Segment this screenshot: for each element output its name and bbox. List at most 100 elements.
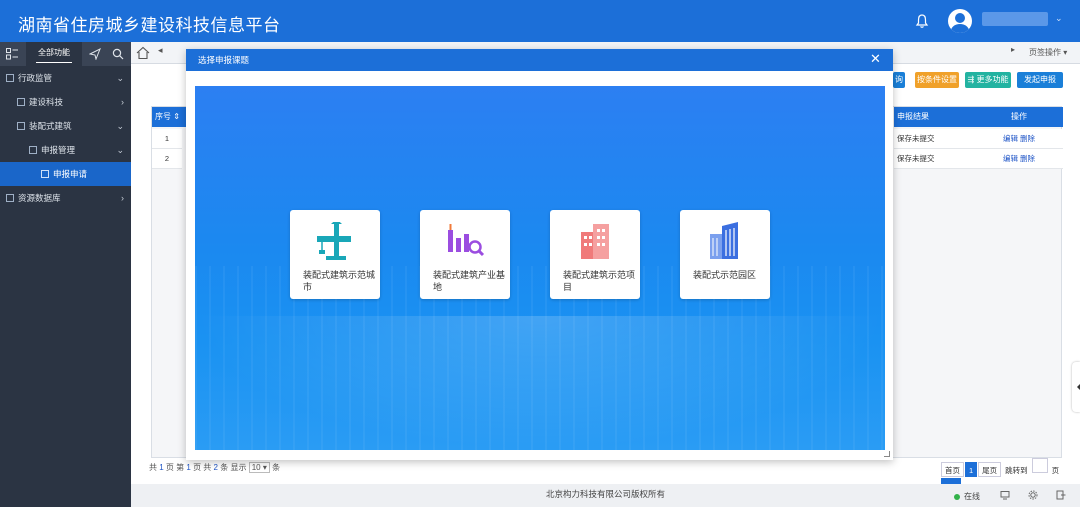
send-icon[interactable]	[89, 48, 101, 60]
folder-icon	[17, 98, 25, 106]
first-page-button[interactable]: 首页	[941, 462, 964, 477]
cell-result: 保存未提交	[894, 149, 975, 169]
chevron-down-icon: ⌄	[116, 73, 124, 83]
top-header: 湖南省住房城乡建设科技信息平台 ⌄	[0, 0, 1080, 42]
header-seq-label: 序号	[155, 112, 171, 121]
buildings-icon	[581, 224, 609, 259]
page-size-value: 10	[251, 463, 261, 472]
chevron-right-icon: ›	[121, 193, 124, 203]
card-demo-city[interactable]: 装配式建筑示范城市	[290, 210, 380, 299]
cell-ops: 编辑 删除	[975, 149, 1063, 169]
logout-icon[interactable]	[1056, 490, 1066, 500]
last-page-button[interactable]: 尾页	[978, 462, 1002, 477]
folder-icon	[29, 146, 37, 154]
pager-text: 页 第	[165, 463, 185, 472]
sidebar-item-admin-supervision[interactable]: 行政监管 ⌄	[0, 66, 131, 90]
sidebar: 全部功能 行政监管 ⌄ 建设科技 › 装配式建筑 ⌄ 申报管理 ⌄ 申报申请 资…	[0, 42, 131, 507]
delete-link[interactable]: 删除	[1020, 134, 1035, 143]
pager-controls: 首页1尾页跳转到页GO	[941, 458, 1080, 493]
cell-seq: 2	[152, 149, 182, 169]
pager-text: 条 显示	[220, 463, 247, 472]
username-blurred[interactable]	[982, 12, 1048, 26]
card-demo-park[interactable]: 装配式示范园区	[680, 210, 770, 299]
sidebar-item-prefab-building[interactable]: 装配式建筑 ⌄	[0, 114, 131, 138]
resize-handle[interactable]	[884, 451, 890, 457]
jump-page-input[interactable]	[1031, 458, 1048, 473]
sidebar-item-label: 申报申请	[53, 169, 88, 179]
copyright: 北京构力科技有限公司版权所有	[131, 484, 1080, 507]
sidebar-item-label: 建设科技	[29, 97, 64, 107]
side-drawer-toggle[interactable]	[1072, 362, 1080, 412]
folder-icon	[6, 74, 14, 82]
cell-result: 保存未提交	[894, 129, 975, 149]
pager-current: 1	[186, 463, 191, 472]
pager-total: 2	[213, 463, 218, 472]
gear-icon[interactable]	[1028, 490, 1038, 500]
sidebar-item-application-mgmt[interactable]: 申报管理 ⌄	[0, 138, 131, 162]
tab-all-functions[interactable]: 全部功能	[26, 42, 82, 66]
sidebar-item-resource-db[interactable]: 资源数据库 ›	[0, 186, 131, 210]
edit-link[interactable]: 编辑	[1003, 154, 1018, 163]
dialog-body: 装配式建筑示范城市 装配式建筑产业基地 装配式建筑示范项目 装配式示范园区	[195, 86, 885, 450]
submit-application-button[interactable]: 发起申报	[1017, 72, 1063, 88]
card-demo-project[interactable]: 装配式建筑示范项目	[550, 210, 640, 299]
background-decoration	[195, 316, 885, 450]
header-result-label: 申报结果	[897, 112, 929, 121]
page-ops-dropdown[interactable]: 页签操作 ▾	[1029, 47, 1067, 58]
chevron-down-icon: ⌄	[116, 145, 124, 155]
header-ops[interactable]: 操作	[975, 107, 1063, 127]
more-functions-button[interactable]: ⇶ 更多功能	[965, 72, 1011, 88]
header-seq[interactable]: 序号 ⇕	[152, 107, 182, 127]
card-label: 装配式示范园区	[693, 270, 757, 280]
crane-icon	[317, 222, 351, 260]
jump-label: 跳转到	[1005, 466, 1028, 475]
card-industry-base[interactable]: 装配式建筑产业基地	[420, 210, 510, 299]
app-title: 湖南省住房城乡建设科技信息平台	[18, 16, 281, 36]
card-label: 装配式建筑示范项目	[563, 270, 636, 292]
search-icon[interactable]	[112, 48, 124, 60]
sidebar-toolbar: 全部功能	[0, 42, 131, 66]
chart-search-icon	[448, 224, 485, 257]
page-unit-label: 页	[1051, 466, 1060, 475]
cell-seq: 1	[152, 129, 182, 149]
pager-pages: 1	[159, 463, 164, 472]
header-result[interactable]: 申报结果	[894, 107, 975, 127]
sidebar-item-application-request[interactable]: 申报申请	[0, 162, 131, 186]
page-ops-label: 页签操作	[1029, 48, 1061, 57]
pager-text: 条	[272, 463, 281, 472]
avatar[interactable]	[948, 9, 972, 33]
chevron-right-icon: ›	[121, 97, 124, 107]
folder-icon	[6, 194, 14, 202]
screen-icon[interactable]	[1000, 490, 1010, 500]
close-icon[interactable]: ✕	[870, 52, 881, 66]
folder-icon	[17, 122, 25, 130]
tab-next-icon[interactable]: ▸	[1011, 45, 1015, 54]
delete-link[interactable]: 删除	[1020, 154, 1035, 163]
menu-grid-icon[interactable]	[6, 48, 18, 60]
dialog-title: 选择申报课题	[198, 55, 250, 65]
sidebar-item-label: 装配式建筑	[29, 121, 72, 131]
status-bar: 在线	[944, 487, 1080, 507]
sidebar-item-construction-tech[interactable]: 建设科技 ›	[0, 90, 131, 114]
file-icon	[41, 170, 49, 178]
online-label: 在线	[964, 492, 980, 501]
chevron-down-icon[interactable]: ⌄	[1055, 13, 1063, 24]
pager-text: 共	[149, 463, 157, 472]
query-button[interactable]: 询	[893, 72, 905, 88]
tab-prev-icon[interactable]: ◂	[158, 45, 163, 56]
edit-link[interactable]: 编辑	[1003, 134, 1018, 143]
sidebar-item-label: 申报管理	[41, 145, 76, 155]
page-size-select[interactable]: 10 ▾	[248, 462, 270, 473]
sidebar-item-label: 资源数据库	[18, 193, 61, 203]
page-1-button[interactable]: 1	[965, 462, 978, 477]
online-status-icon	[954, 494, 960, 500]
header-ops-label: 操作	[1011, 112, 1027, 121]
cell-ops: 编辑 删除	[975, 129, 1063, 149]
chevron-down-icon: ⌄	[116, 121, 124, 131]
home-icon[interactable]	[136, 46, 150, 60]
filter-settings-button[interactable]: 按条件设置	[915, 72, 959, 88]
tower-icon	[710, 222, 738, 259]
bell-icon[interactable]	[914, 13, 930, 29]
dialog-header: 选择申报课题 ✕	[186, 49, 893, 71]
card-label: 装配式建筑产业基地	[433, 270, 506, 292]
